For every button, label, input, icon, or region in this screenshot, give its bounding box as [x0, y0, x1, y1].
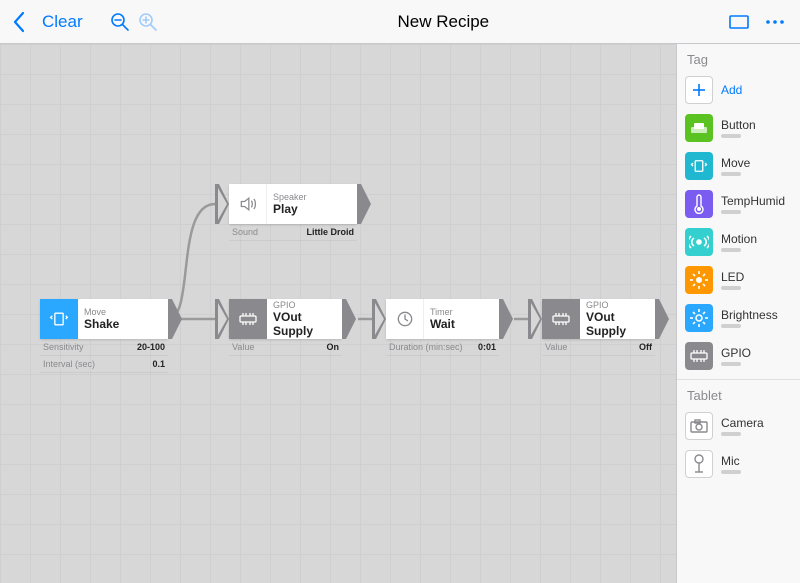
sidebar-item-move[interactable]: Move [677, 147, 800, 185]
sidebar-item-mic[interactable]: Mic [677, 445, 800, 483]
speaker-icon [229, 184, 267, 224]
node-speaker[interactable]: Speaker Play SoundLittle Droid [229, 184, 357, 241]
port-out[interactable] [499, 299, 513, 339]
port-in[interactable] [372, 299, 386, 339]
zoom-out-icon[interactable] [109, 11, 131, 33]
main: Move Shake Sensitivity20-100 Interval (s… [0, 44, 800, 583]
port-in[interactable] [528, 299, 542, 339]
node-params: SoundLittle Droid [229, 224, 357, 241]
sidebar-item-led[interactable]: LED [677, 261, 800, 299]
sidebar-item-motion[interactable]: Motion [677, 223, 800, 261]
motion-icon [685, 228, 713, 256]
sidebar-header-tag: Tag [677, 44, 800, 71]
gpio-icon [685, 342, 713, 370]
node-category: GPIO [586, 300, 649, 310]
node-gpio-2[interactable]: GPIO VOut Supply ValueOff [542, 299, 655, 356]
node-params: ValueOn [229, 339, 342, 356]
zoom-in-icon[interactable] [137, 11, 159, 33]
toolbar-right [728, 11, 792, 33]
node-shake[interactable]: Move Shake Sensitivity20-100 Interval (s… [40, 299, 168, 373]
sidebar-item-camera[interactable]: Camera [677, 407, 800, 445]
camera-icon [685, 412, 713, 440]
node-title: Wait [430, 317, 493, 331]
port-out[interactable] [168, 299, 182, 339]
node-title: VOut Supply [273, 310, 336, 338]
node-params: Sensitivity20-100 Interval (sec)0.1 [40, 339, 168, 373]
move-icon [685, 152, 713, 180]
clear-button[interactable]: Clear [36, 8, 89, 36]
node-title: Shake [84, 317, 162, 331]
sidebar: Tag Add Button Move TempHumid [676, 44, 800, 583]
sidebar-item-gpio[interactable]: GPIO [677, 337, 800, 375]
node-category: Speaker [273, 192, 351, 202]
gpio-icon [542, 299, 580, 339]
port-out[interactable] [655, 299, 669, 339]
port-in[interactable] [215, 184, 229, 224]
thermometer-icon [685, 190, 713, 218]
toolbar: Clear New Recipe [0, 0, 800, 44]
sidebar-add[interactable]: Add [677, 71, 800, 109]
brightness-icon [685, 304, 713, 332]
node-params: ValueOff [542, 339, 655, 356]
mic-icon [685, 450, 713, 478]
button-icon [685, 114, 713, 142]
node-gpio-1[interactable]: GPIO VOut Supply ValueOn [229, 299, 342, 356]
back-icon[interactable] [8, 11, 30, 33]
node-category: GPIO [273, 300, 336, 310]
more-icon[interactable] [764, 11, 786, 33]
node-category: Move [84, 307, 162, 317]
toolbar-left: Clear [8, 8, 159, 36]
port-out[interactable] [342, 299, 356, 339]
gpio-icon [229, 299, 267, 339]
node-category: Timer [430, 307, 493, 317]
sidebar-item-brightness[interactable]: Brightness [677, 299, 800, 337]
page-title: New Recipe [159, 12, 728, 32]
port-in[interactable] [215, 299, 229, 339]
clock-icon [386, 299, 424, 339]
node-title: VOut Supply [586, 310, 649, 338]
led-icon [685, 266, 713, 294]
move-icon [40, 299, 78, 339]
node-timer[interactable]: Timer Wait Duration (min:sec)0:01 [386, 299, 499, 356]
rectangle-icon[interactable] [728, 11, 750, 33]
sidebar-item-button[interactable]: Button [677, 109, 800, 147]
plus-icon [685, 76, 713, 104]
canvas[interactable]: Move Shake Sensitivity20-100 Interval (s… [0, 44, 676, 583]
port-out[interactable] [357, 184, 371, 224]
sidebar-header-tablet: Tablet [677, 379, 800, 407]
node-title: Play [273, 202, 351, 216]
node-params: Duration (min:sec)0:01 [386, 339, 499, 356]
sidebar-item-temphumid[interactable]: TempHumid [677, 185, 800, 223]
